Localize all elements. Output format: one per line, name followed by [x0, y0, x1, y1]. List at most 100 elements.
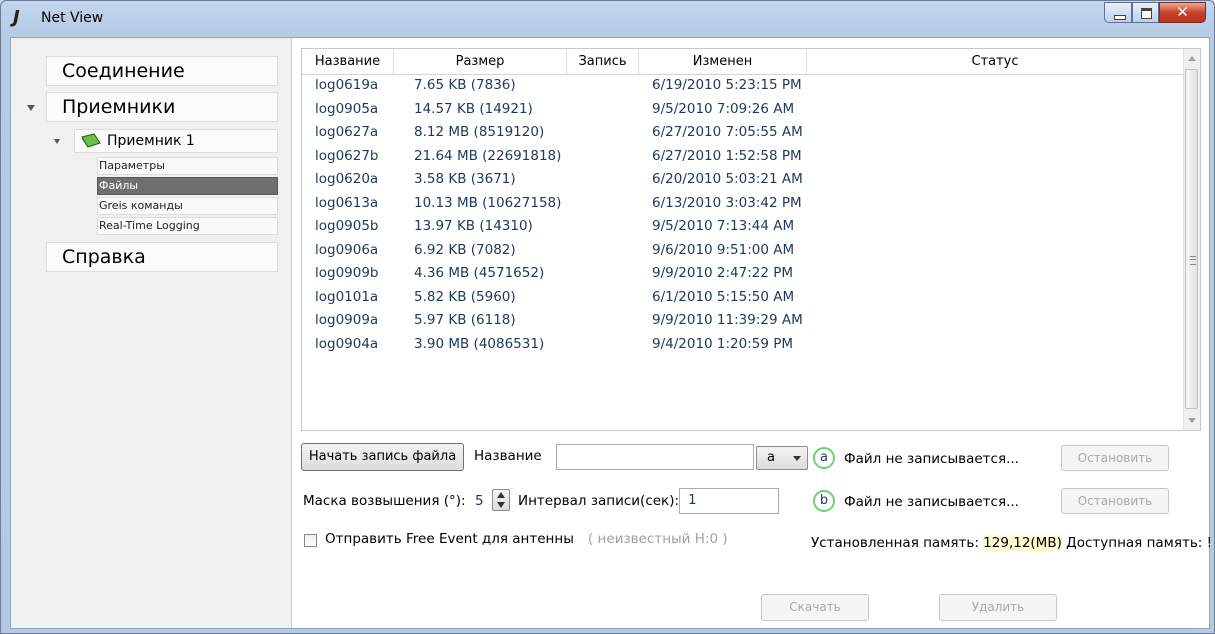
table-cell — [567, 168, 639, 192]
table-cell: log0904a — [315, 335, 379, 352]
table-cell: log0101a — [315, 288, 379, 305]
receiver-label: Приемник 1 — [107, 133, 195, 149]
subitem-label: Файлы — [99, 179, 139, 192]
table-cell: 8.12 MB (8519120) — [414, 124, 545, 140]
table-cell — [807, 192, 1184, 216]
table-row[interactable]: log0627a 8.12 MB (8519120) 6/27/2010 7:05:… — [302, 121, 1186, 145]
expand-arrow-icon[interactable] — [54, 139, 60, 144]
table-cell: log0905b — [315, 218, 379, 234]
scroll-down-icon[interactable] — [1188, 418, 1196, 423]
table-cell: 9/5/2010 7:09:26 AM — [652, 100, 795, 117]
subitem-label: Greis команды — [99, 199, 183, 212]
table-cell: 6/19/2010 5:23:15 PM — [652, 77, 802, 93]
title-bar[interactable]: J Net View ✕ — [1, 1, 1214, 35]
table-cell — [807, 98, 1184, 122]
close-icon: ✕ — [1176, 3, 1189, 21]
nav-section-connection[interactable]: Соединение — [46, 56, 278, 86]
table-row[interactable]: log0905a 14.57 KB (14921) 9/5/2010 7:09:26… — [302, 98, 1186, 122]
table-cell — [807, 215, 1184, 239]
table-cell: 9/9/2010 2:47:22 PM — [652, 265, 794, 281]
table-row[interactable]: log0909b 4.36 MB (4571652) 9/9/2010 2:47:2… — [302, 262, 1186, 286]
table-cell: log0905a — [315, 100, 379, 117]
subitem-greis-commands[interactable]: Greis команды — [97, 197, 278, 215]
channel-a-status: Файл не записывается... — [844, 451, 1019, 467]
client-area: Соединение Приемники Приемник 1 Параметр… — [10, 37, 1212, 629]
maximize-button[interactable] — [1132, 2, 1159, 23]
spin-up-icon[interactable] — [497, 492, 505, 498]
elevation-mask-value[interactable]: 5 — [475, 493, 484, 509]
free-event-checkbox[interactable] — [304, 534, 317, 547]
table-row[interactable]: log0906a 6.92 KB (7082) 9/6/2010 9:51:00 A… — [302, 239, 1186, 263]
channel-a-indicator: a — [813, 447, 835, 469]
column-header-modified[interactable]: Изменен — [639, 49, 807, 74]
stop-b-button[interactable]: Остановить — [1061, 488, 1169, 514]
table-cell: 9/5/2010 7:13:44 AM — [652, 218, 795, 234]
expand-arrow-icon[interactable] — [27, 105, 35, 111]
table-cell — [567, 121, 639, 145]
table-scrollbar[interactable] — [1183, 49, 1200, 430]
nav-section-label: Соединение — [62, 60, 185, 82]
elevation-mask-label: Маска возвышения (°): — [303, 493, 466, 509]
channel-select-value: a — [767, 450, 775, 465]
table-row[interactable]: log0101a 5.82 KB (5960) 6/1/2010 5:15:50 A… — [302, 286, 1186, 310]
memory-info: Установленная память: 129,12(MB) Доступн… — [811, 535, 1212, 551]
table-row[interactable]: log0620a 3.58 KB (3671) 6/20/2010 5:03:21 … — [302, 168, 1186, 192]
table-cell — [567, 145, 639, 169]
table-cell: 9/6/2010 9:51:00 AM — [652, 241, 795, 258]
elevation-mask-spinner[interactable] — [492, 489, 510, 511]
column-header-status[interactable]: Статус — [807, 49, 1184, 74]
sidebar: Соединение Приемники Приемник 1 Параметр… — [11, 38, 292, 628]
column-header-name[interactable]: Название — [302, 49, 394, 74]
spin-down-icon[interactable] — [497, 502, 505, 508]
table-cell: 10.13 MB (10627158) — [414, 194, 562, 211]
memory-installed-label: Установленная память: — [811, 535, 979, 551]
column-header-size[interactable]: Размер — [394, 49, 567, 74]
subitem-label: Real-Time Logging — [99, 219, 200, 232]
nav-section-help[interactable]: Справка — [46, 242, 278, 272]
table-cell: 21.64 MB (22691818) — [414, 147, 562, 164]
subitem-label: Параметры — [99, 159, 165, 172]
close-button[interactable]: ✕ — [1159, 2, 1206, 23]
table-cell: 9/4/2010 1:20:59 PM — [652, 335, 794, 352]
table-cell: 3.90 MB (4086531) — [414, 335, 545, 352]
receiver-device-icon — [81, 133, 101, 148]
minimize-button[interactable] — [1104, 2, 1132, 23]
download-button[interactable]: Скачать — [761, 594, 869, 621]
table-row[interactable]: log0905b 13.97 KB (14310) 9/5/2010 7:13:44… — [302, 215, 1186, 239]
receiver-item[interactable]: Приемник 1 — [74, 129, 278, 153]
column-header-recording[interactable]: Запись — [567, 49, 639, 74]
table-cell — [567, 333, 639, 357]
table-row[interactable]: log0613a 10.13 MB (10627158) 6/13/2010 3:0… — [302, 192, 1186, 216]
table-cell: 3.58 KB (3671) — [414, 171, 516, 187]
table-row[interactable]: log0909a 5.97 KB (6118) 9/9/2010 11:39:29 … — [302, 309, 1186, 333]
recording-interval-input[interactable]: 1 — [679, 488, 779, 514]
scroll-up-icon[interactable] — [1188, 56, 1196, 61]
chevron-down-icon — [793, 456, 801, 461]
table-cell: 5.97 KB (6118) — [414, 312, 516, 328]
delete-button[interactable]: Удалить — [939, 594, 1057, 621]
table-cell: 9/9/2010 11:39:29 AM — [652, 312, 803, 328]
table-cell — [567, 74, 639, 98]
scroll-thumb[interactable] — [1185, 69, 1198, 409]
channel-select[interactable]: a — [756, 446, 808, 470]
file-name-input[interactable] — [556, 444, 754, 470]
table-cell: 6/27/2010 7:05:55 AM — [652, 124, 803, 140]
subitem-real-time-logging[interactable]: Real-Time Logging — [97, 217, 278, 235]
table-cell — [567, 262, 639, 286]
start-recording-button[interactable]: Начать запись файла — [301, 443, 464, 471]
nav-section-label: Приемники — [62, 96, 176, 118]
table-header: Название Размер Запись Изменен Статус — [302, 49, 1186, 75]
table-cell: log0909a — [315, 312, 379, 328]
subitem-files[interactable]: Файлы — [97, 177, 278, 195]
stop-a-button[interactable]: Остановить — [1061, 445, 1169, 471]
table-row[interactable]: log0627b 21.64 MB (22691818) 6/27/2010 1:5… — [302, 145, 1186, 169]
nav-section-receivers[interactable]: Приемники — [46, 92, 278, 122]
window-controls: ✕ — [1104, 2, 1206, 23]
subitem-parameters[interactable]: Параметры — [97, 157, 278, 175]
table-cell — [807, 309, 1184, 333]
table-row[interactable]: log0904a 3.90 MB (4086531) 9/4/2010 1:20:5… — [302, 333, 1186, 357]
table-cell: 5.82 KB (5960) — [414, 288, 516, 305]
table-cell: 6/1/2010 5:15:50 AM — [652, 288, 795, 305]
table-cell: log0613a — [315, 194, 379, 211]
table-row[interactable]: log0619a 7.65 KB (7836) 6/19/2010 5:23:15 … — [302, 74, 1186, 98]
